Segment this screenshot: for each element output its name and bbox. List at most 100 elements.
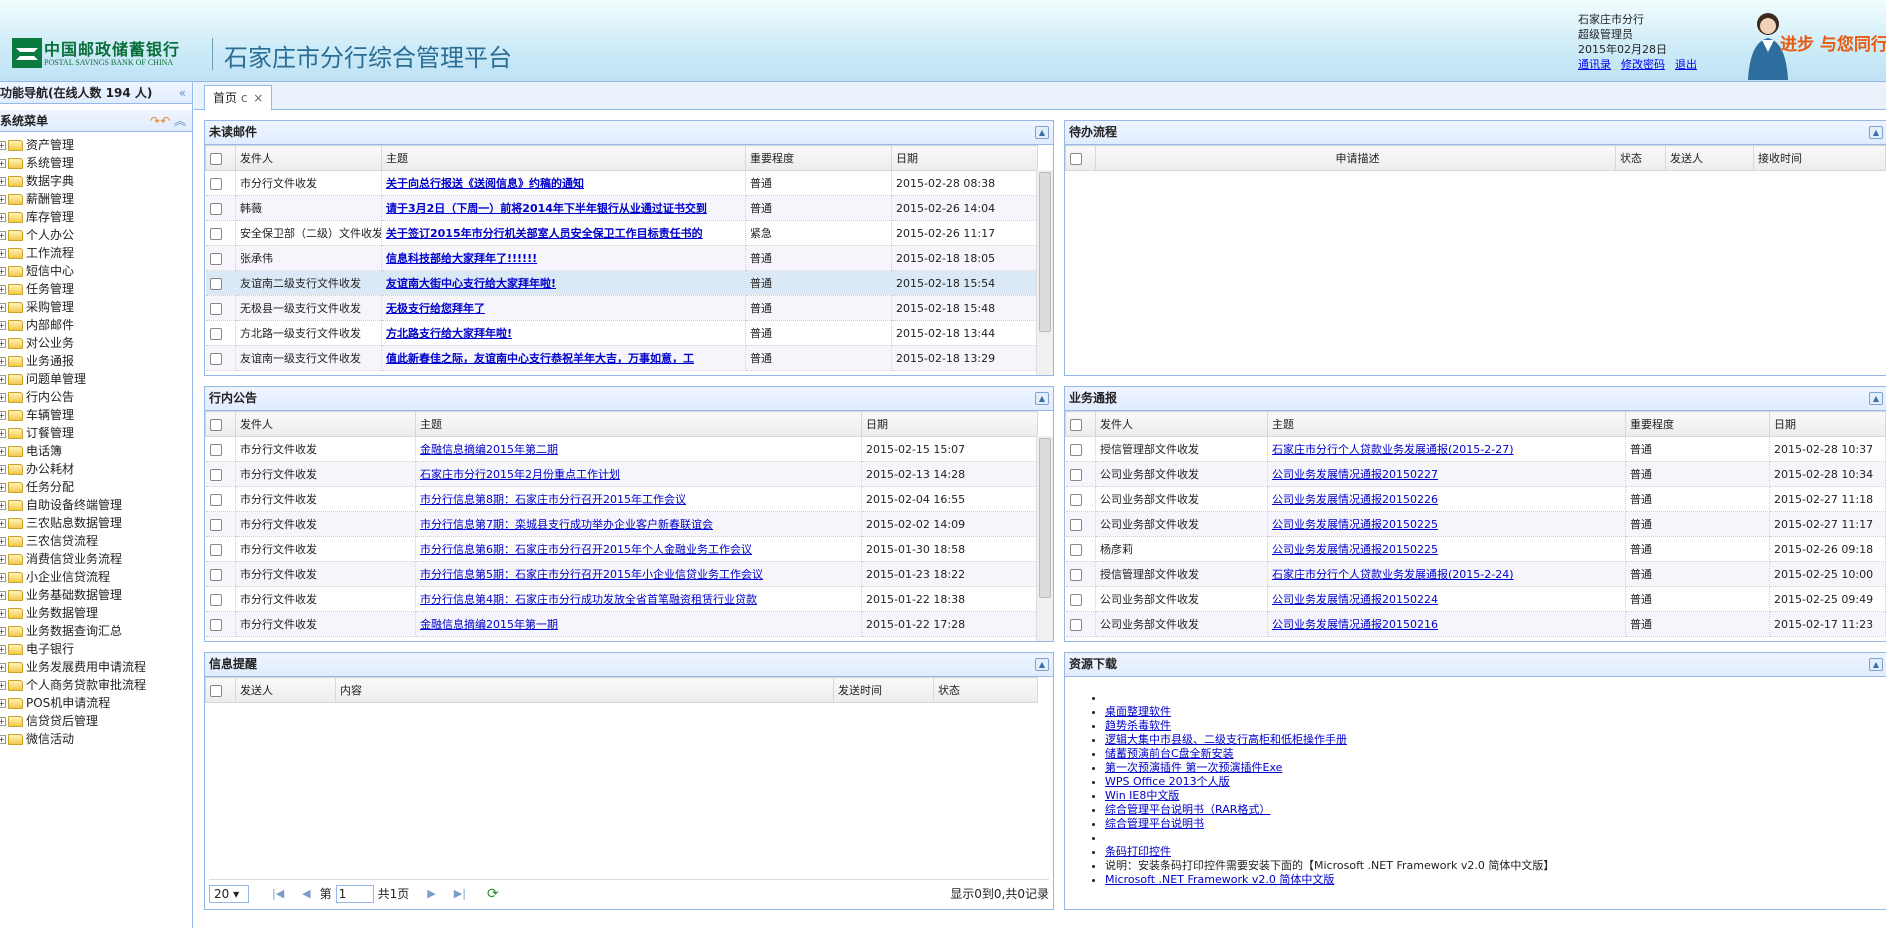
- expand-icon[interactable]: +: [0, 302, 6, 312]
- resource-link[interactable]: 趋势杀毒软件: [1105, 719, 1171, 732]
- row-checkbox[interactable]: [205, 486, 236, 512]
- refresh-icon[interactable]: ⟳: [487, 886, 499, 902]
- resource-item[interactable]: 储蓄预演前台C盘全新安装: [1105, 747, 1886, 761]
- sidebar-menu-item[interactable]: + 办公耗材: [0, 460, 192, 478]
- expand-icon[interactable]: +: [0, 536, 6, 546]
- col-send-time[interactable]: 发送时间: [833, 677, 934, 703]
- sidebar-menu-item[interactable]: + 个人办公: [0, 226, 192, 244]
- sidebar-menu-item[interactable]: + 三农信贷流程: [0, 532, 192, 550]
- table-row[interactable]: 安全保卫部（二级）文件收发 关于签订2015年市分行机关部室人员安全保卫工作目标责…: [205, 220, 1038, 246]
- col-received[interactable]: 接收时间: [1753, 145, 1886, 171]
- select-all-checkbox[interactable]: [205, 145, 236, 171]
- sidebar-menu-item[interactable]: + 问题单管理: [0, 370, 192, 388]
- row-checkbox[interactable]: [205, 195, 236, 221]
- subject-link[interactable]: 关于签订2015年市分行机关部室人员安全保卫工作目标责任书的: [386, 227, 703, 240]
- sidebar-menu-item[interactable]: + 业务发展费用申请流程: [0, 658, 192, 676]
- expand-icon[interactable]: +: [0, 158, 6, 168]
- sidebar-menu-item[interactable]: + 业务基础数据管理: [0, 586, 192, 604]
- subject-link[interactable]: 方北路支行给大家拜年啦!: [386, 327, 512, 340]
- sidebar-menu-item[interactable]: + 三农贴息数据管理: [0, 514, 192, 532]
- row-checkbox[interactable]: [205, 295, 236, 321]
- sidebar-menu-item[interactable]: + 订餐管理: [0, 424, 192, 442]
- sidebar-menu-item[interactable]: + 资产管理: [0, 136, 192, 154]
- expand-icon[interactable]: +: [0, 482, 6, 492]
- row-checkbox[interactable]: [1065, 511, 1096, 537]
- sidebar-menu-item[interactable]: + 业务数据管理: [0, 604, 192, 622]
- expand-icon[interactable]: +: [0, 374, 6, 384]
- col-subject[interactable]: 主题: [381, 145, 746, 171]
- resource-link[interactable]: 第一次预演插件 第一次预演插件Exe: [1105, 761, 1282, 774]
- table-row[interactable]: 方北路一级支行文件收发 方北路支行给大家拜年啦! 普通 2015-02-18 13:4…: [205, 320, 1038, 346]
- first-page-icon[interactable]: |◀: [272, 887, 284, 900]
- expand-icon[interactable]: +: [0, 212, 6, 222]
- sidebar-menu-item[interactable]: + 短信中心: [0, 262, 192, 280]
- expand-icon[interactable]: +: [0, 626, 6, 636]
- resource-link[interactable]: 综合管理平台说明书（RAR格式）: [1105, 803, 1270, 816]
- row-checkbox[interactable]: [205, 511, 236, 537]
- sidebar-menu-item[interactable]: + 数据字典: [0, 172, 192, 190]
- table-row[interactable]: 张承伟 信息科技部给大家拜年了!!!!!! 普通 2015-02-18 18:05: [205, 245, 1038, 271]
- table-row[interactable]: 授信管理部文件收发 石家庄市分行个人贷款业务发展通报(2015-2-24) 普通 20…: [1065, 561, 1886, 587]
- resource-item[interactable]: Win IE8中文版: [1105, 789, 1886, 803]
- col-sender[interactable]: 发送人: [235, 677, 336, 703]
- col-description[interactable]: 申请描述: [1095, 145, 1616, 171]
- refresh-tab-icon[interactable]: c: [241, 91, 248, 105]
- sidebar-menu-item[interactable]: + 系统管理: [0, 154, 192, 172]
- collapse-panel-icon[interactable]: ▲: [1869, 658, 1883, 671]
- resource-item[interactable]: 逻辑大集中市县级、二级支行高柜和低柜操作手册: [1105, 733, 1886, 747]
- subject-link[interactable]: 市分行信息第8期：石家庄市分行召开2015年工作会议: [420, 493, 686, 506]
- expand-icon[interactable]: +: [0, 428, 6, 438]
- subject-link[interactable]: 信息科技部给大家拜年了!!!!!!: [386, 252, 537, 265]
- resource-item[interactable]: 趋势杀毒软件: [1105, 719, 1886, 733]
- expand-icon[interactable]: +: [0, 266, 6, 276]
- table-row[interactable]: 友谊南二级支行文件收发 友谊南大街中心支行给大家拜年啦! 普通 2015-02-18 …: [205, 270, 1038, 296]
- menu-tools-icon[interactable]: ↷↶ ︽: [150, 110, 186, 132]
- table-row[interactable]: 市分行文件收发 市分行信息第4期：石家庄市分行成功发放全省首笔融资租赁行业贷款 20…: [205, 586, 1038, 612]
- expand-icon[interactable]: +: [0, 140, 6, 150]
- sidebar-menu-item[interactable]: + 行内公告: [0, 388, 192, 406]
- sidebar-menu-item[interactable]: + POS机申请流程: [0, 694, 192, 712]
- prev-page-icon[interactable]: ◀: [302, 887, 310, 900]
- subject-link[interactable]: 公司业务发展情况通报20150225: [1272, 518, 1438, 531]
- notice-scrollbar[interactable]: [1036, 436, 1053, 641]
- select-all-checkbox[interactable]: [1065, 411, 1096, 437]
- resource-item[interactable]: 综合管理平台说明书: [1105, 817, 1886, 831]
- sidebar-menu-item[interactable]: + 自助设备终端管理: [0, 496, 192, 514]
- resource-link[interactable]: 条码打印控件: [1105, 845, 1171, 858]
- expand-icon[interactable]: +: [0, 608, 6, 618]
- row-checkbox[interactable]: [205, 245, 236, 271]
- resource-link[interactable]: 逻辑大集中市县级、二级支行高柜和低柜操作手册: [1105, 733, 1347, 746]
- expand-icon[interactable]: +: [0, 230, 6, 240]
- sidebar-menu-item[interactable]: + 电话簿: [0, 442, 192, 460]
- resource-link[interactable]: WPS Office 2013个人版: [1105, 775, 1230, 788]
- next-page-icon[interactable]: ▶: [427, 887, 435, 900]
- expand-icon[interactable]: +: [0, 518, 6, 528]
- row-checkbox[interactable]: [1065, 461, 1096, 487]
- collapse-panel-icon[interactable]: ▲: [1869, 126, 1883, 139]
- resource-link[interactable]: Win IE8中文版: [1105, 789, 1179, 802]
- collapse-sidebar-icon[interactable]: «: [179, 82, 186, 104]
- row-checkbox[interactable]: [205, 461, 236, 487]
- col-sender[interactable]: 发件人: [235, 411, 416, 437]
- resource-item[interactable]: 桌面整理软件: [1105, 705, 1886, 719]
- sidebar-menu-item[interactable]: + 采购管理: [0, 298, 192, 316]
- subject-link[interactable]: 市分行信息第6期：石家庄市分行召开2015年个人金融业务工作会议: [420, 543, 752, 556]
- resource-item[interactable]: WPS Office 2013个人版: [1105, 775, 1886, 789]
- table-row[interactable]: 市分行文件收发 金融信息摘编2015年第二期 2015-02-15 15:07: [205, 436, 1038, 462]
- subject-link[interactable]: 公司业务发展情况通报20150225: [1272, 543, 1438, 556]
- col-sender[interactable]: 发件人: [235, 145, 382, 171]
- col-date[interactable]: 日期: [891, 145, 1038, 171]
- table-row[interactable]: 市分行文件收发 关于向总行报送《送阅信息》约稿的通知 普通 2015-02-28 08…: [205, 170, 1038, 196]
- sidebar-menu-item[interactable]: + 业务通报: [0, 352, 192, 370]
- expand-icon[interactable]: +: [0, 572, 6, 582]
- row-checkbox[interactable]: [1065, 486, 1096, 512]
- table-row[interactable]: 公司业务部文件收发 公司业务发展情况通报20150226 普通 2015-02-27 …: [1065, 486, 1886, 512]
- row-checkbox[interactable]: [205, 270, 236, 296]
- expand-icon[interactable]: +: [0, 284, 6, 294]
- last-page-icon[interactable]: ▶|: [454, 887, 466, 900]
- col-sender[interactable]: 发送人: [1665, 145, 1754, 171]
- expand-icon[interactable]: +: [0, 716, 6, 726]
- sidebar-menu-item[interactable]: + 任务管理: [0, 280, 192, 298]
- expand-icon[interactable]: +: [0, 248, 6, 258]
- row-checkbox[interactable]: [205, 436, 236, 462]
